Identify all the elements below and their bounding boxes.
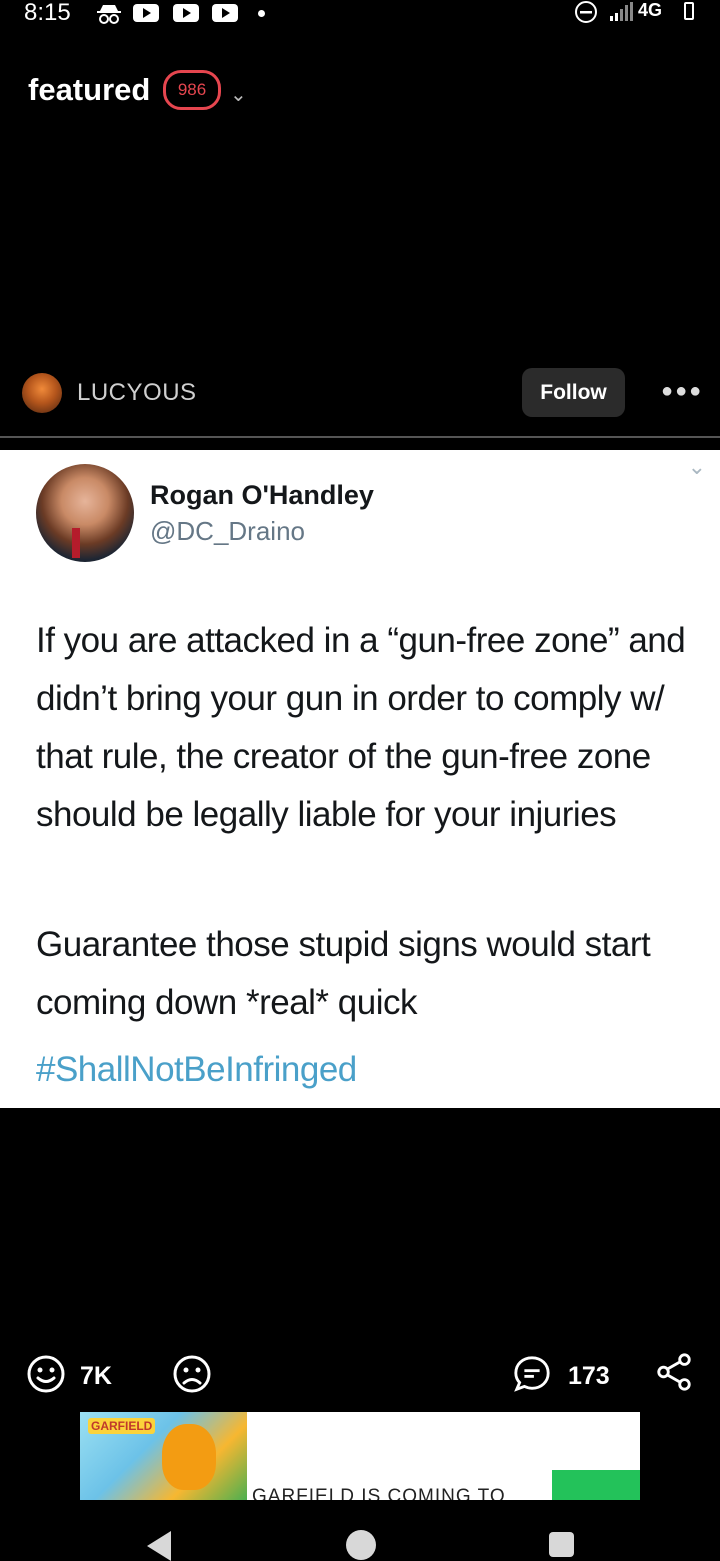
tweet-avatar — [36, 464, 134, 562]
tweet-handle: @DC_Draino — [150, 516, 305, 546]
comment-icon[interactable] — [512, 1354, 552, 1394]
ad-image[interactable]: GARFIELD — [80, 1412, 247, 1500]
nav-back-icon[interactable] — [147, 1531, 171, 1561]
garfield-character-image — [162, 1424, 216, 1490]
downvote-frown-icon[interactable] — [172, 1354, 212, 1394]
upvote-smile-icon[interactable] — [26, 1354, 66, 1394]
youtube-icon — [133, 4, 159, 22]
network-type: 4G — [638, 0, 663, 20]
author-avatar[interactable] — [22, 373, 62, 413]
feed-count-badge: 986 — [163, 70, 221, 110]
youtube-icon — [212, 4, 238, 22]
ad-text[interactable]: GARFIELD IS COMING TO — [252, 1486, 506, 1500]
ad-banner[interactable]: GARFIELD GARFIELD IS COMING TO — [80, 1412, 640, 1500]
chevron-down-icon: ⌄ — [687, 454, 706, 479]
comment-count: 173 — [568, 1362, 610, 1390]
tweet-hashtag: #ShallNotBeInfringed — [36, 1050, 357, 1089]
dnd-icon — [575, 1, 597, 23]
youtube-icon — [173, 4, 199, 22]
notification-dot — [258, 10, 265, 17]
battery-icon — [684, 2, 694, 20]
follow-button[interactable]: Follow — [522, 368, 625, 417]
incognito-icon — [97, 5, 121, 24]
ad-brand-logo: GARFIELD — [88, 1418, 156, 1434]
tweet-text: If you are attacked in a “gun-free zone”… — [36, 621, 686, 834]
divider — [0, 436, 720, 438]
signal-icon — [610, 2, 633, 21]
feed-title[interactable]: featured — [28, 72, 150, 108]
share-icon[interactable] — [654, 1352, 694, 1392]
post-image[interactable]: ⌄ Rogan O'Handley @DC_Draino If you are … — [0, 450, 720, 1108]
chevron-down-icon[interactable]: ⌄ — [230, 82, 247, 107]
post-author-row: LUCYOUS Follow ●●● — [0, 365, 720, 419]
nav-home-icon[interactable] — [346, 1530, 376, 1560]
upvote-count: 7K — [80, 1362, 112, 1390]
status-bar: 8:15 4G — [0, 0, 720, 50]
more-options-icon[interactable]: ●●● — [661, 380, 703, 403]
author-name[interactable]: LUCYOUS — [77, 379, 197, 407]
tweet-author-name: Rogan O'Handley — [150, 480, 374, 510]
tweet-text-second: Guarantee those stupid signs would start… — [36, 925, 651, 1022]
nav-recents-icon[interactable] — [549, 1532, 574, 1557]
ad-cta-button[interactable] — [552, 1470, 640, 1500]
status-time: 8:15 — [24, 0, 71, 26]
